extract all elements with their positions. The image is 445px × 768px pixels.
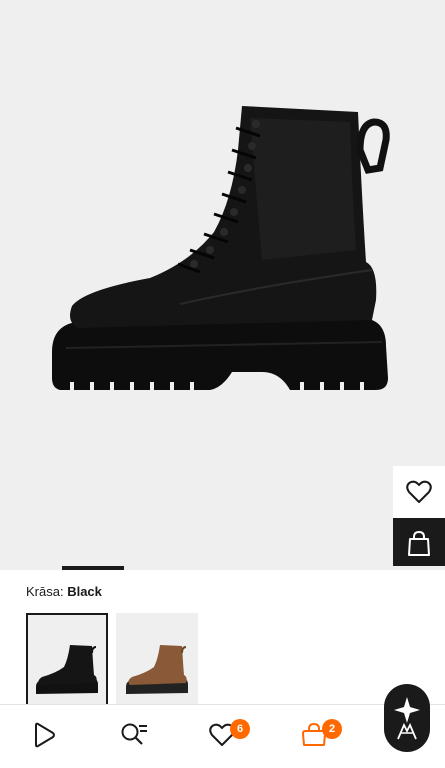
gallery-progress-fill [62,566,125,570]
search-list-icon [121,723,147,745]
add-to-bag-button[interactable] [393,518,445,570]
wishlist-count-badge: 6 [230,719,250,739]
color-label: Krāsa: [26,584,64,599]
boot-image [52,106,390,390]
heart-outline-icon [406,480,432,503]
nav-wishlist[interactable]: 6 [202,715,250,755]
nav-bag[interactable]: 2 [294,715,342,755]
black-boot-thumbnail [36,645,98,694]
color-option-black[interactable] [26,613,108,707]
bottom-navigation: 6 2 [0,704,445,768]
bag-count-badge: 2 [322,719,342,739]
nav-search[interactable] [114,715,154,755]
shopping-bag-icon [408,531,430,556]
color-option-brown[interactable] [116,613,198,707]
color-label-row: Krāsa: Black [26,584,102,599]
product-image-gallery[interactable] [0,0,445,570]
gallery-progress [0,566,445,570]
assistant-sparkle-icon [394,697,420,740]
add-to-wishlist-button[interactable] [393,466,445,518]
assistant-button[interactable] [384,684,430,752]
brown-boot-thumbnail [126,645,188,694]
nav-home[interactable] [24,715,64,755]
selected-color: Black [67,584,102,599]
play-logo-icon [35,722,55,748]
